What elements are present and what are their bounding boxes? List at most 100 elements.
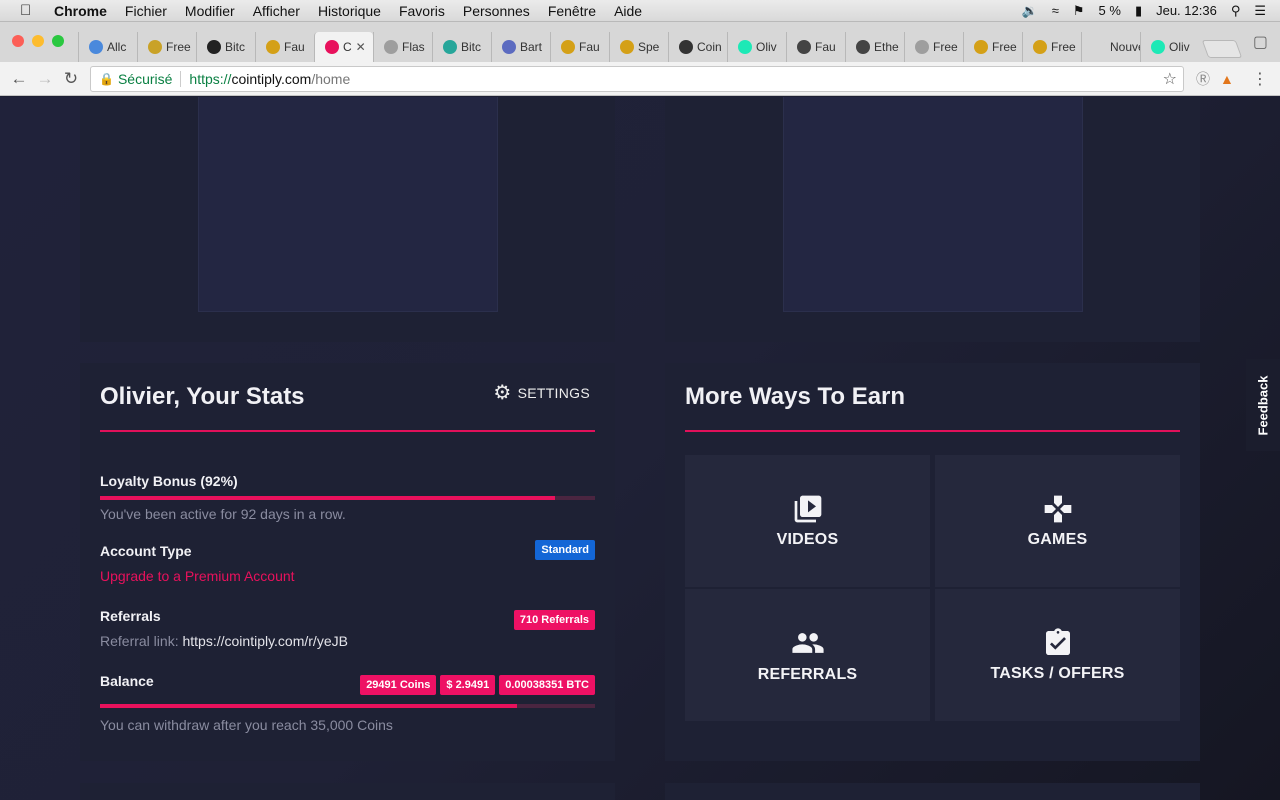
menu-afficher[interactable]: Afficher <box>253 3 300 19</box>
browser-tab[interactable]: Spe <box>609 32 668 62</box>
games-tile[interactable]: GAMES <box>935 455 1180 587</box>
page-content: Olivier, Your Stats ⚙ SETTINGS Loyalty B… <box>0 97 1280 800</box>
bottom-left-panel <box>80 783 615 800</box>
stats-divider <box>100 430 595 432</box>
bookmark-star-icon[interactable]: ☆ <box>1163 69 1177 89</box>
menu-fichier[interactable]: Fichier <box>125 3 167 19</box>
referrals-tile[interactable]: REFERRALS <box>685 589 930 721</box>
loyalty-sub: You've been active for 92 days in a row. <box>100 506 346 522</box>
menu-fenetre[interactable]: Fenêtre <box>548 3 596 19</box>
browser-tab[interactable]: Coin <box>668 32 727 62</box>
balance-progress-fill <box>100 704 518 708</box>
tab-title: Free <box>933 40 958 54</box>
tab-title: Allc <box>107 40 127 54</box>
tab-strip: Allc Free Bitc Fau C ✕ Flas Bitc Bart Fau Spe Coin O… <box>0 22 1280 62</box>
balance-coins-badge: 29491 Coins <box>360 675 437 695</box>
referral-link-row: Referral link: https://cointiply.com/r/y… <box>100 633 348 649</box>
apple-icon[interactable]:  <box>20 2 38 19</box>
top-left-panel <box>80 97 615 342</box>
feedback-tab[interactable]: Feedback <box>1246 359 1280 451</box>
lock-icon[interactable]: 🔒 <box>99 72 114 86</box>
tab-favicon-icon <box>620 40 634 54</box>
menu-favoris[interactable]: Favoris <box>399 3 445 19</box>
browser-tab[interactable]: Fau <box>786 32 845 62</box>
spotlight-icon[interactable]: ⚲ <box>1231 3 1241 19</box>
profile-icon[interactable]: ▢ <box>1253 32 1268 52</box>
notification-center-icon[interactable]: ☰ <box>1254 3 1266 19</box>
tab-title: Flas <box>402 40 425 54</box>
tab-title: Bart <box>520 40 543 54</box>
menu-modifier[interactable]: Modifier <box>185 3 235 19</box>
tab-close-icon[interactable]: ✕ <box>356 40 366 54</box>
forward-icon[interactable]: → <box>32 69 58 89</box>
metamask-extension-icon[interactable]: ▲ <box>1220 71 1234 87</box>
withdraw-note: You can withdraw after you reach 35,000 … <box>100 717 393 733</box>
assignment-check-icon <box>1045 628 1070 655</box>
tab-favicon-icon <box>797 40 811 54</box>
minimize-window-button[interactable] <box>32 35 44 47</box>
browser-tab[interactable]: Free <box>137 32 196 62</box>
top-right-inner-card <box>783 97 1083 312</box>
browser-tab[interactable]: Fau <box>255 32 314 62</box>
close-window-button[interactable] <box>12 35 24 47</box>
browser-tab[interactable]: Bart <box>491 32 550 62</box>
browser-toolbar: ← → ↻ 🔒 Sécurisé https:// cointiply.com … <box>0 62 1280 96</box>
browser-tab[interactable]: Flas <box>373 32 432 62</box>
menu-aide[interactable]: Aide <box>614 3 642 19</box>
address-bar[interactable]: 🔒 Sécurisé https:// cointiply.com /home … <box>90 65 1184 92</box>
skype-extension-icon[interactable]: Ⓡ <box>1196 69 1210 89</box>
referral-link[interactable]: https://cointiply.com/r/yeJB <box>182 633 347 649</box>
browser-tab[interactable]: Fau <box>550 32 609 62</box>
reload-icon[interactable]: ↻ <box>58 69 84 89</box>
account-type-badge: Standard <box>535 540 595 560</box>
chrome-menu-icon[interactable]: ⋮ <box>1252 69 1268 89</box>
zoom-window-button[interactable] <box>52 35 64 47</box>
tab-favicon-icon <box>679 40 693 54</box>
tab-title: Bitc <box>225 40 246 54</box>
url-scheme: https:// <box>189 70 232 87</box>
menu-app-chrome[interactable]: Chrome <box>54 3 107 19</box>
settings-button[interactable]: ⚙ SETTINGS <box>493 380 590 405</box>
tasks-offers-tile[interactable]: TASKS / OFFERS <box>935 589 1180 721</box>
tab-title: C <box>343 40 352 54</box>
settings-label: SETTINGS <box>517 384 590 401</box>
new-tab-button[interactable] <box>1201 40 1243 58</box>
menu-personnes[interactable]: Personnes <box>463 3 530 19</box>
flag-icon[interactable]: ⚑ <box>1073 3 1085 19</box>
browser-tab[interactable]: Free <box>1022 32 1081 62</box>
balance-usd-badge: $ 2.9491 <box>440 675 496 695</box>
browser-tab[interactable]: Bitc <box>196 32 255 62</box>
videos-tile[interactable]: VIDEOS <box>685 455 930 587</box>
back-icon[interactable]: ← <box>6 69 32 89</box>
browser-tab[interactable]: Free <box>963 32 1022 62</box>
upgrade-premium-link[interactable]: Upgrade to a Premium Account <box>100 568 295 584</box>
volume-icon[interactable]: 🔉 <box>1022 3 1038 19</box>
tab-favicon-icon <box>443 40 457 54</box>
browser-tab[interactable]: Allc <box>78 32 137 62</box>
earn-title: More Ways To Earn <box>685 383 906 410</box>
omnibox-separator <box>180 70 182 87</box>
referrals-tile-label: REFERRALS <box>757 666 858 683</box>
tab-title: Ethe <box>874 40 899 54</box>
tab-title: Fau <box>815 40 836 54</box>
browser-tab[interactable]: Oliv <box>1140 32 1199 62</box>
battery-icon[interactable]: ▮ <box>1135 3 1142 19</box>
tab-title: Coin <box>697 40 722 54</box>
referrals-badge: 710 Referrals <box>513 610 595 630</box>
menu-historique[interactable]: Historique <box>318 3 381 19</box>
loyalty-label: Loyalty Bonus (92%) <box>100 473 238 489</box>
tab-title: Oliv <box>756 40 777 54</box>
browser-tab[interactable]: Bitc <box>432 32 491 62</box>
browser-tab[interactable]: Ethe <box>845 32 904 62</box>
tab-favicon-icon <box>738 40 752 54</box>
tab-favicon-icon <box>89 40 103 54</box>
tab-favicon-icon <box>325 40 339 54</box>
battery-percent[interactable]: 5 % <box>1099 3 1121 18</box>
browser-tab[interactable]: Oliv <box>727 32 786 62</box>
browser-tab[interactable]: Nouvel <box>1081 32 1140 62</box>
browser-tab[interactable]: Free <box>904 32 963 62</box>
clock[interactable]: Jeu. 12:36 <box>1156 3 1217 18</box>
wifi-icon[interactable]: ≈ <box>1052 3 1059 18</box>
browser-tab[interactable]: C ✕ <box>314 32 373 62</box>
secure-label[interactable]: Sécurisé <box>118 71 172 87</box>
